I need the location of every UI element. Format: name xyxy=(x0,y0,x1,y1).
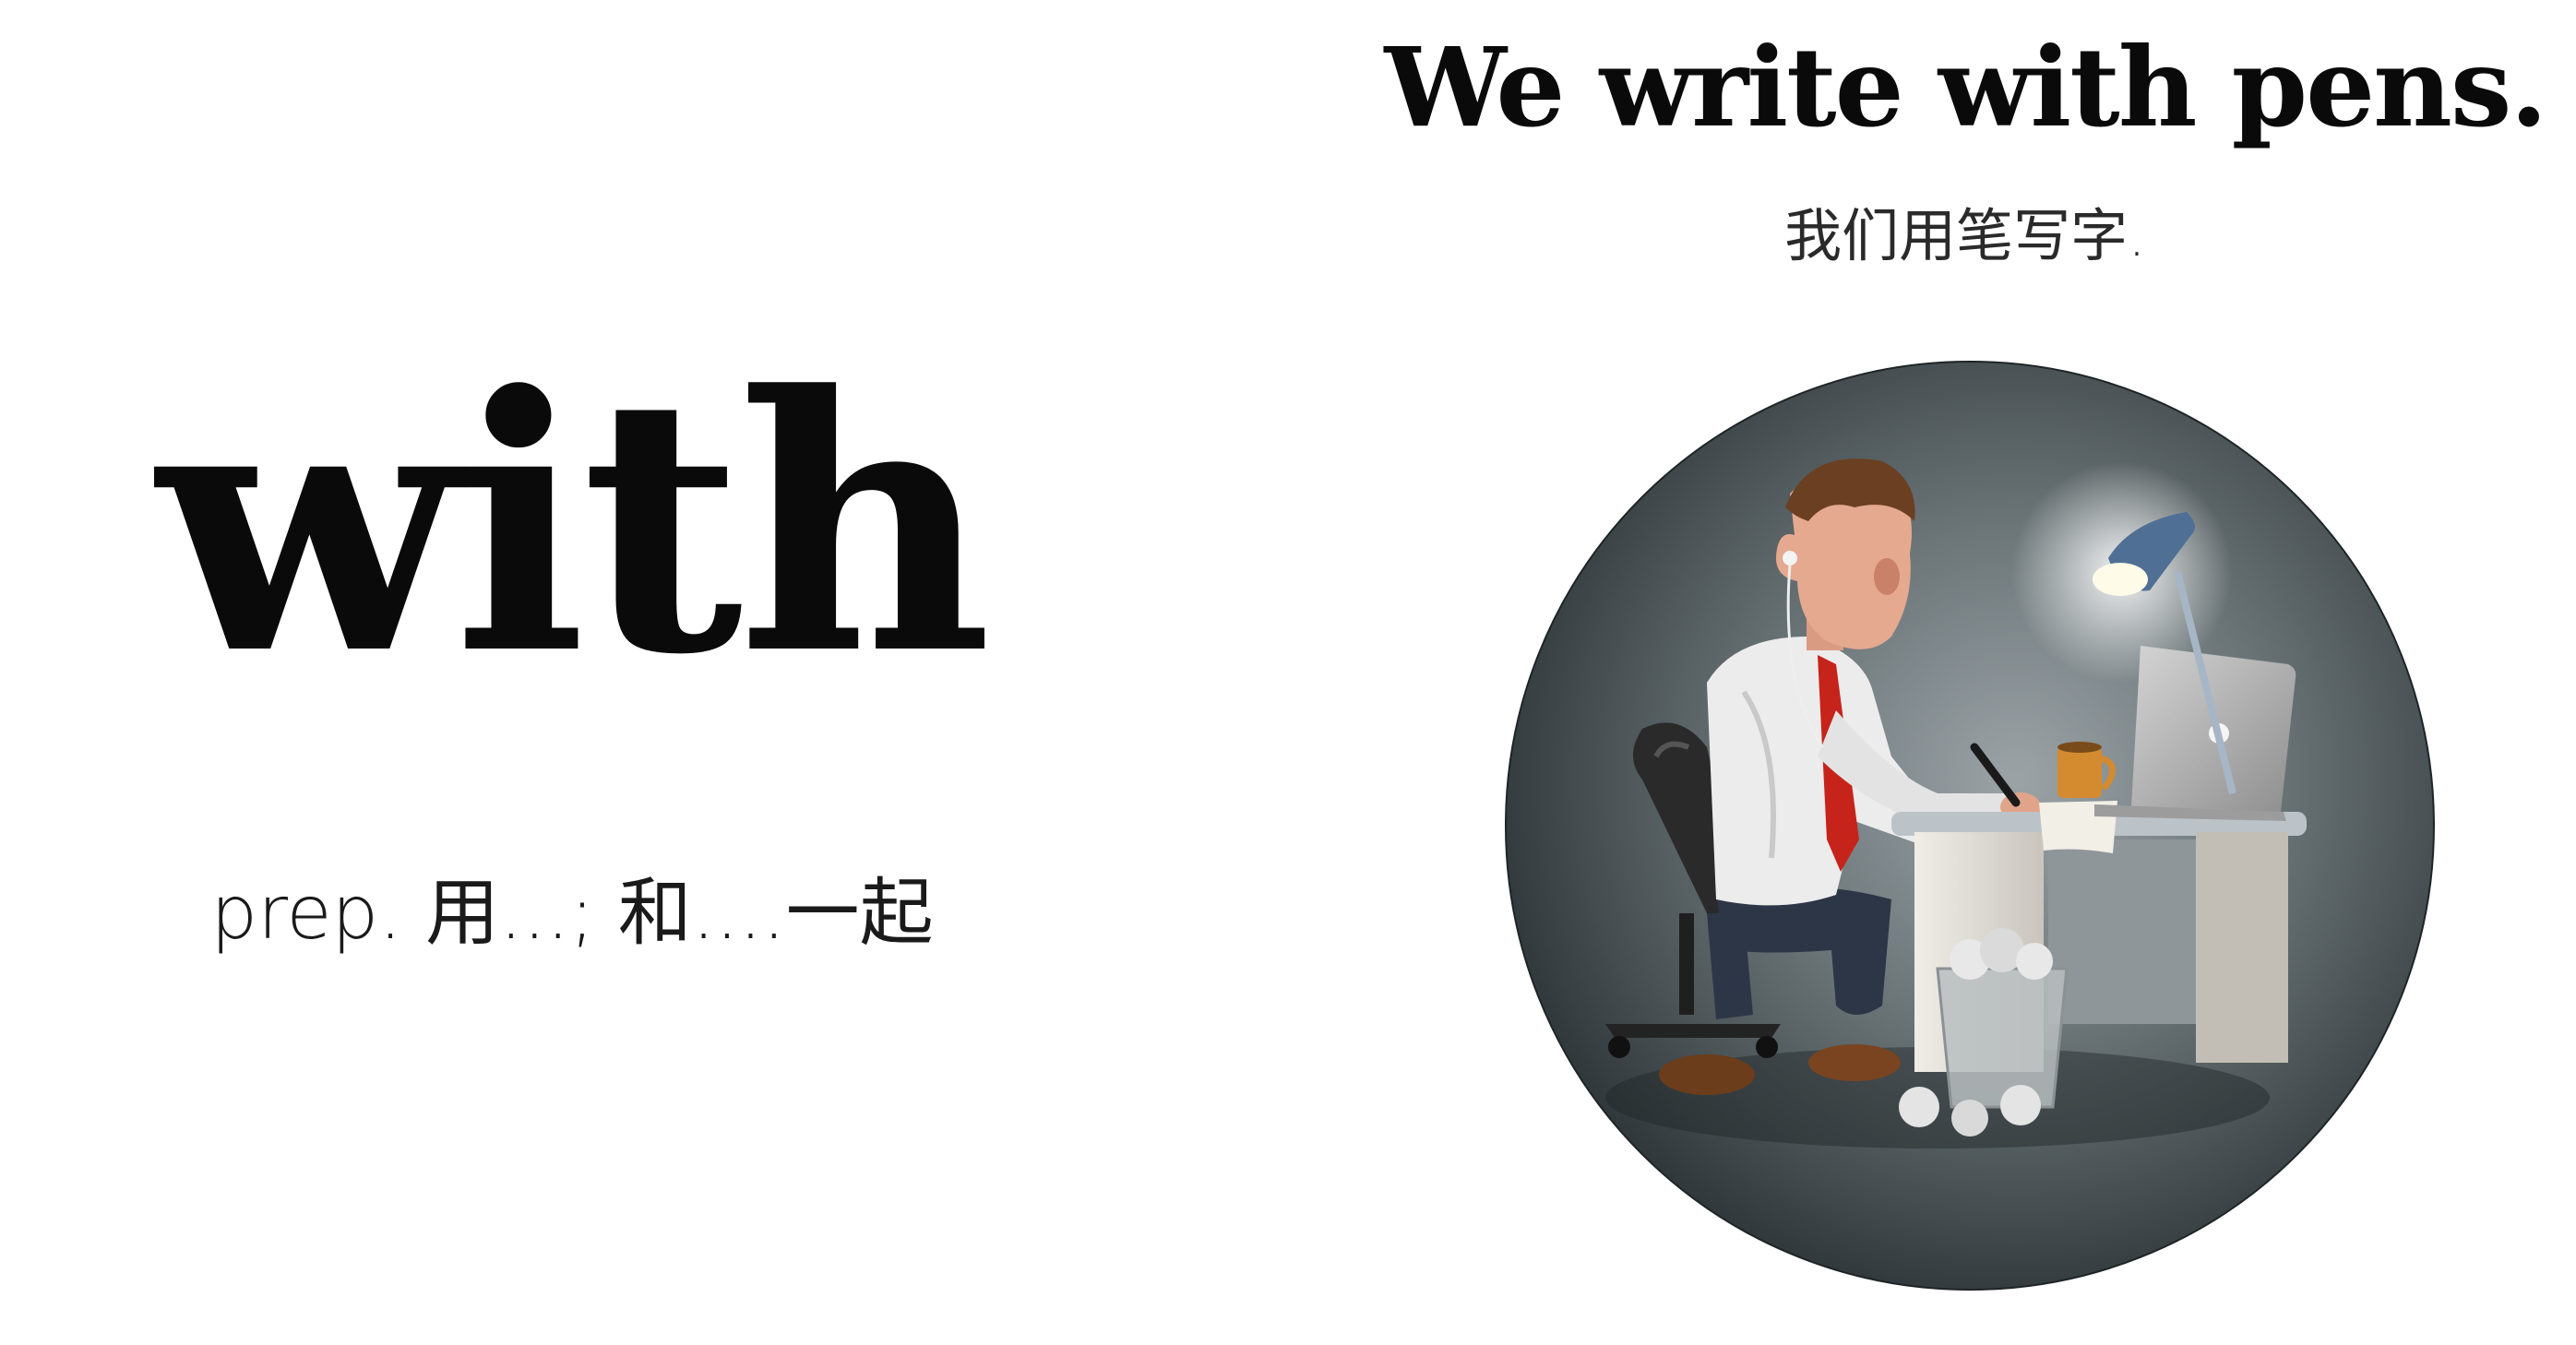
example-translation: 我们用笔写字. xyxy=(1784,202,2146,269)
illustration-circle xyxy=(1504,360,2436,1291)
man-writing-at-desk-illustration xyxy=(1505,361,2435,1291)
right-shoe xyxy=(1808,1044,1901,1081)
example-sentence: We write with pens. xyxy=(1384,23,2548,151)
vocab-definition: prep. 用...; 和....一起 xyxy=(210,870,934,956)
vocab-word: with xyxy=(157,319,992,732)
left-shoe xyxy=(1659,1054,1755,1095)
